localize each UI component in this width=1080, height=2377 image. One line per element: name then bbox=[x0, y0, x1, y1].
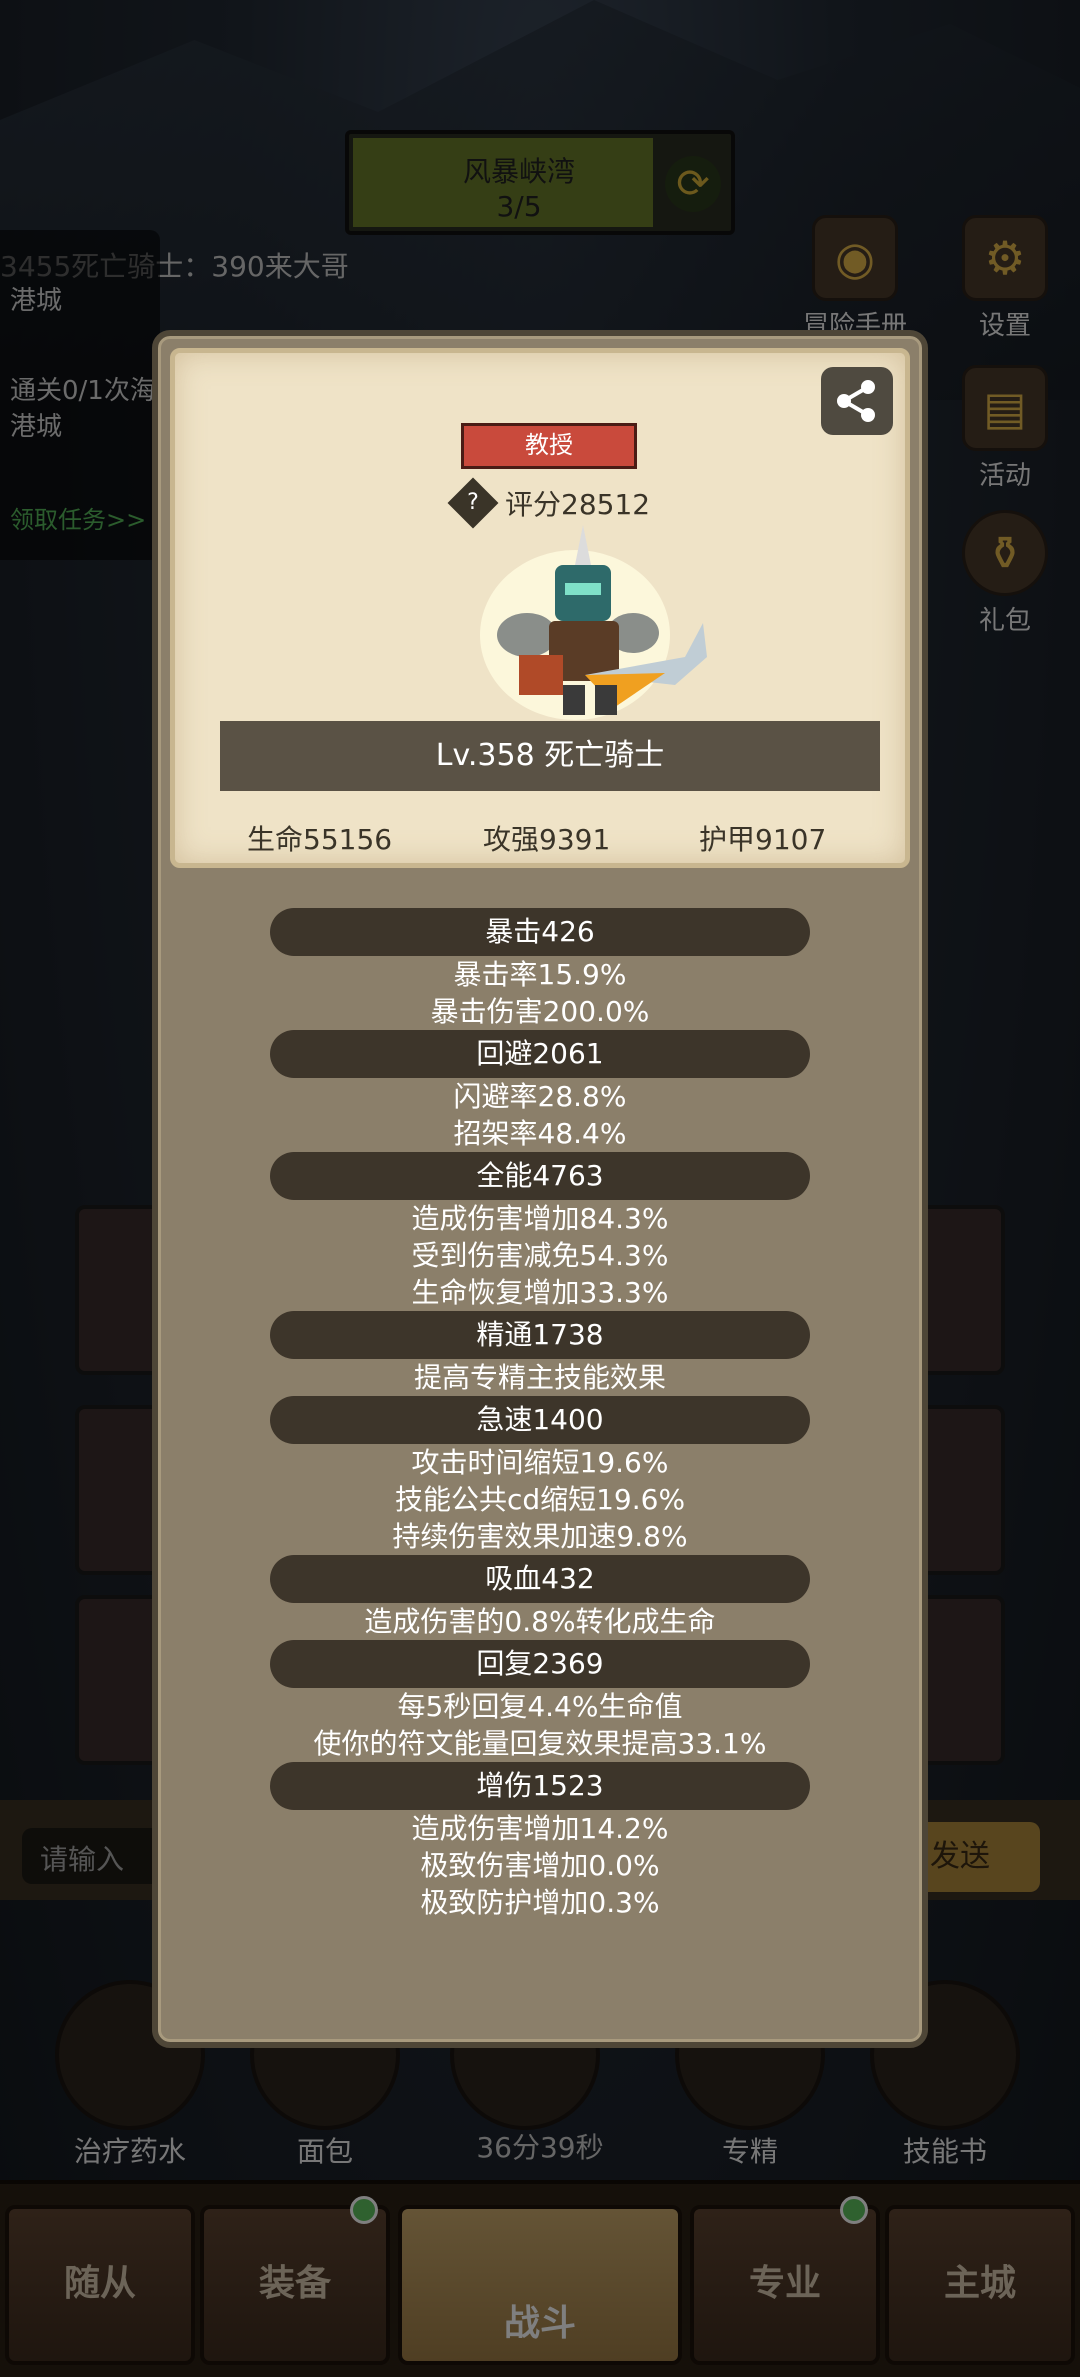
attribute-header: 急速1400 bbox=[270, 1396, 810, 1444]
attribute-section: 吸血432 造成伤害的0.8%转化成生命 bbox=[158, 1555, 922, 1640]
attribute-section: 急速1400 攻击时间缩短19.6% 技能公共cd缩短19.6% 持续伤害效果加速9.… bbox=[158, 1396, 922, 1555]
attribute-detail: 每5秒回复4.4%生命值 bbox=[397, 1690, 683, 1723]
attribute-header: 全能4763 bbox=[270, 1152, 810, 1200]
score-value: 评分28512 bbox=[505, 488, 651, 521]
attribute-detail: 造成伤害的0.8%转化成生命 bbox=[364, 1605, 716, 1638]
score-row: ? 评分28512 bbox=[447, 477, 651, 529]
attribute-header: 精通1738 bbox=[270, 1311, 810, 1359]
help-icon[interactable]: ? bbox=[447, 477, 499, 529]
attribute-detail: 攻击时间缩短19.6% bbox=[411, 1446, 669, 1479]
attribute-detail: 提高专精主技能效果 bbox=[413, 1361, 666, 1394]
character-card: 教授 ? 评分28512 Lv.358 死亡骑士 生命55156 攻强9391 护… bbox=[170, 348, 910, 868]
attribute-detail: 暴击率15.9% bbox=[453, 958, 627, 991]
title-badge: 教授 bbox=[461, 423, 637, 469]
attribute-header: 增伤1523 bbox=[270, 1762, 810, 1810]
attribute-detail: 生命恢复增加33.3% bbox=[411, 1276, 669, 1309]
health-stat: 生命55156 bbox=[247, 823, 393, 856]
attribute-detail: 暴击伤害200.0% bbox=[430, 995, 650, 1028]
share-button[interactable] bbox=[821, 367, 893, 435]
attribute-detail: 极致伤害增加0.0% bbox=[420, 1849, 660, 1882]
attribute-detail: 造成伤害增加14.2% bbox=[411, 1812, 669, 1845]
attribute-detail: 使你的符文能量回复效果提高33.1% bbox=[313, 1727, 767, 1760]
attribute-detail: 技能公共cd缩短19.6% bbox=[394, 1483, 686, 1516]
death-knight-avatar bbox=[480, 525, 707, 720]
attribute-header: 暴击426 bbox=[270, 908, 810, 956]
attribute-section: 增伤1523 造成伤害增加14.2% 极致伤害增加0.0% 极致防护增加0.3% bbox=[158, 1762, 922, 1921]
attribute-section: 精通1738 提高专精主技能效果 bbox=[158, 1311, 922, 1396]
character-detail-modal: 教授 ? 评分28512 Lv.358 死亡骑士 生命55156 攻强9391 护… bbox=[152, 330, 928, 2048]
attribute-detail: 造成伤害增加84.3% bbox=[411, 1202, 669, 1235]
attribute-header: 回避2061 bbox=[270, 1030, 810, 1078]
armor-stat: 护甲9107 bbox=[699, 823, 827, 856]
attack-power-stat: 攻强9391 bbox=[483, 823, 611, 856]
attribute-detail: 闪避率28.8% bbox=[453, 1080, 627, 1113]
attribute-header: 吸血432 bbox=[270, 1555, 810, 1603]
attribute-detail: 持续伤害效果加速9.8% bbox=[392, 1520, 688, 1553]
attribute-header: 回复2369 bbox=[270, 1640, 810, 1688]
attribute-detail: 极致防护增加0.3% bbox=[420, 1886, 660, 1919]
attribute-section: 暴击426 暴击率15.9% 暴击伤害200.0% bbox=[158, 908, 922, 1030]
attribute-section: 回复2369 每5秒回复4.4%生命值使你的符文能量回复效果提高33.1% bbox=[158, 1640, 922, 1762]
attribute-detail: 受到伤害减免54.3% bbox=[411, 1239, 669, 1272]
share-icon bbox=[837, 380, 875, 422]
attribute-section: 回避2061 闪避率28.8% 招架率48.4% bbox=[158, 1030, 922, 1152]
attribute-section: 全能4763 造成伤害增加84.3% 受到伤害减免54.3% 生命恢复增加33.3% bbox=[158, 1152, 922, 1311]
attribute-detail: 招架率48.4% bbox=[453, 1117, 627, 1150]
character-name-bar: Lv.358 死亡骑士 bbox=[220, 721, 880, 791]
attribute-list: 暴击426 暴击率15.9% 暴击伤害200.0% 回避2061 闪避率28.8% 招架率… bbox=[158, 908, 922, 1921]
